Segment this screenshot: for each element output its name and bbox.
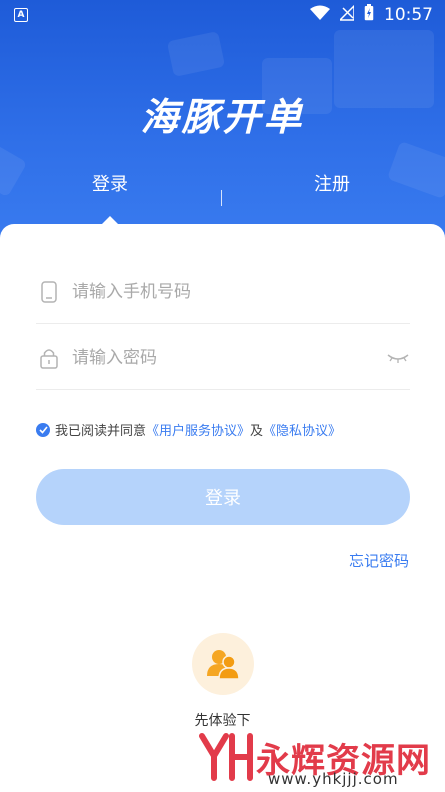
- notification-icon: A: [14, 8, 28, 22]
- guest-button[interactable]: [192, 633, 254, 695]
- wifi-icon: [310, 5, 330, 26]
- clock-time: 10:57: [384, 5, 433, 25]
- status-bar: A 10:57: [0, 0, 445, 30]
- forgot-password-link[interactable]: 忘记密码: [349, 550, 409, 571]
- password-input[interactable]: [72, 347, 386, 368]
- privacy-link[interactable]: 《隐私协议》: [263, 420, 341, 439]
- tab-divider: [221, 190, 222, 206]
- password-field: [36, 326, 410, 390]
- watermark-logo-icon: [199, 733, 253, 781]
- login-button[interactable]: 登录: [36, 469, 410, 525]
- phone-input[interactable]: [72, 281, 410, 302]
- decor-box: [166, 30, 226, 78]
- phone-icon: [38, 280, 60, 303]
- agreement-and: 及: [250, 424, 264, 439]
- watermark: 永辉资源网 www.yhkjjj.com: [196, 732, 431, 788]
- battery-icon: [364, 4, 374, 26]
- agreement-checkbox[interactable]: [36, 422, 50, 437]
- check-icon: [38, 425, 48, 434]
- phone-field: [36, 260, 410, 324]
- app-title: 海豚开单: [140, 95, 305, 139]
- agreement-prefix: 我已阅读并同意: [55, 424, 147, 439]
- agreement-row: 我已阅读并同意 《用户服务协议》 及 《隐私协议》: [36, 420, 341, 439]
- tab-register[interactable]: 注册: [314, 170, 350, 196]
- auth-tabs: 登录 注册: [0, 170, 445, 210]
- watermark-url: www.yhkjjj.com: [268, 770, 399, 788]
- eye-closed-icon[interactable]: [386, 346, 410, 370]
- tab-login[interactable]: 登录: [92, 170, 128, 196]
- signal-icon: [338, 3, 355, 26]
- header-banner: A 10:57 海豚开单: [0, 0, 445, 250]
- lock-icon: [38, 347, 60, 369]
- notification-icon-letter: A: [17, 10, 25, 20]
- guest-users-icon: [207, 650, 240, 680]
- user-agreement-link[interactable]: 《用户服务协议》: [146, 420, 250, 439]
- guest-label: 先体验下: [194, 713, 251, 729]
